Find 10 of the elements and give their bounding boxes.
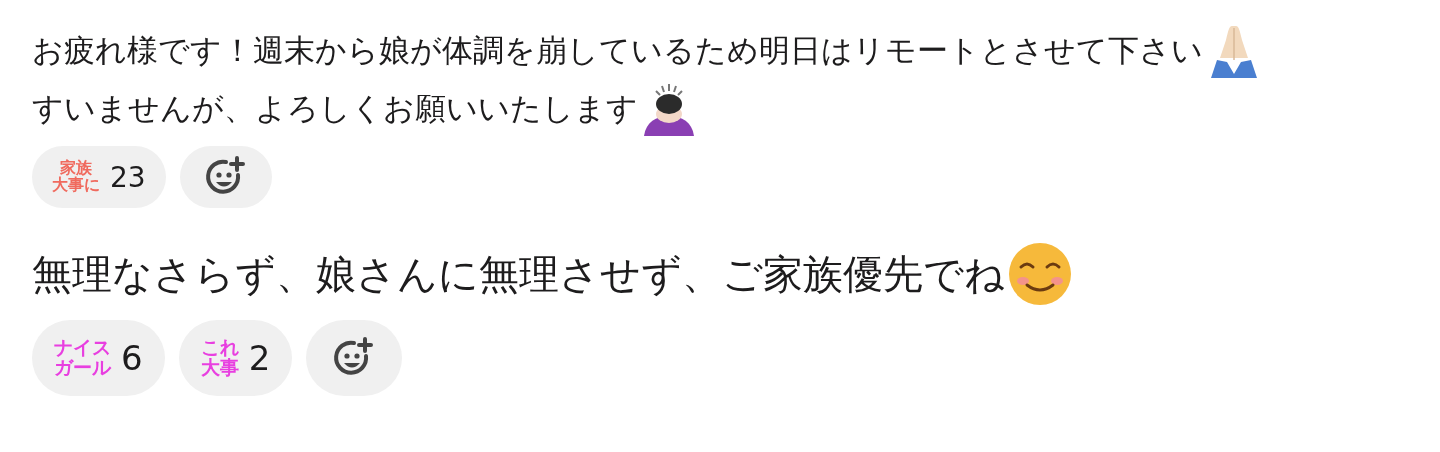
reaction-count: 23 [110, 160, 146, 194]
smiling-face-icon [1007, 241, 1073, 307]
reaction-count: 6 [121, 338, 143, 378]
stamp-label: 家族 大事に [52, 160, 100, 194]
message-text: お疲れ様です！週末から娘が体調を崩しているため明日はリモートとさせて下さい [32, 31, 1203, 70]
message-text: すいませんが、よろしくお願いいたします [32, 89, 638, 128]
reaction-count: 2 [248, 338, 271, 378]
message-text: 無理なさらず、娘さんに無理させず、ご家族優先でね [32, 249, 1005, 299]
stamp-label: これ 大事 [200, 338, 239, 378]
stamp-label: ナイス ガール [54, 338, 111, 378]
